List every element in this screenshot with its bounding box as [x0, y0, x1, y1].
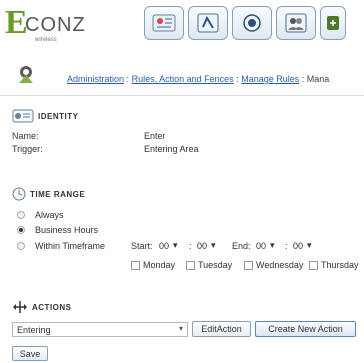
identity-heading-label: IDENTITY — [38, 111, 79, 121]
action-select[interactable]: Entering ▾ — [12, 322, 188, 337]
nav-settings-button[interactable] — [320, 6, 346, 40]
chevron-down-icon: ▾ — [307, 240, 312, 250]
users-icon — [285, 13, 307, 33]
checkbox-thursday[interactable]: Thursday — [309, 260, 359, 270]
nav-rules-button[interactable] — [188, 6, 228, 40]
name-label: Name: — [12, 131, 39, 141]
trigger-value: Entering Area — [144, 144, 199, 154]
edit-action-button[interactable]: EditAction — [192, 321, 251, 337]
action-select-value: Entering — [17, 324, 51, 335]
move-arrows-icon — [13, 301, 27, 313]
chevron-down-icon: ▾ — [178, 324, 183, 333]
map-icon — [152, 14, 176, 32]
radio-business-hours[interactable] — [17, 226, 25, 234]
radio-always-label: Always — [35, 210, 64, 220]
radio-business-hours-label: Business Hours — [35, 225, 99, 235]
checkbox-wednesday[interactable]: Wednesday — [244, 260, 303, 270]
logo-tagline: wireless — [35, 37, 57, 43]
nav-map-button[interactable] — [144, 6, 184, 40]
radio-within-timeframe[interactable] — [17, 242, 25, 250]
rules-section-icon — [19, 66, 33, 83]
start-minute-select[interactable]: 00 ▾ — [197, 239, 216, 252]
breadcrumb-rules-action-fences[interactable]: Rules, Action and Fences — [132, 74, 234, 84]
target-icon — [243, 14, 261, 32]
radio-always[interactable] — [17, 211, 25, 219]
start-label: Start: — [131, 241, 153, 251]
chevron-down-icon: ▾ — [270, 240, 275, 250]
actions-heading-label: ACTIONS — [32, 302, 72, 312]
id-card-icon — [12, 109, 34, 123]
logo-text: CONZ — [25, 14, 86, 36]
clock-icon — [12, 187, 26, 201]
chevron-down-icon: ▾ — [173, 240, 178, 250]
nav-search-button[interactable] — [232, 6, 272, 40]
identity-heading: IDENTITY — [12, 108, 78, 124]
rules-icon — [197, 13, 219, 33]
save-button[interactable]: Save — [12, 346, 48, 361]
nav-users-button[interactable] — [276, 6, 316, 40]
breadcrumb-bar: Administration : Rules, Action and Fence… — [0, 56, 364, 96]
settings-icon — [327, 16, 339, 30]
time-range-heading: TIME RANGE — [12, 186, 85, 202]
header: E CONZ wireless — [0, 0, 364, 48]
create-new-action-button[interactable]: Create New Action — [255, 321, 356, 337]
actions-heading: ACTIONS — [12, 299, 72, 315]
trigger-label: Trigger: — [12, 144, 43, 154]
start-hour-select[interactable]: 00 ▾ — [159, 239, 178, 252]
chevron-down-icon: ▾ — [211, 240, 216, 250]
time-range-heading-label: TIME RANGE — [30, 189, 86, 199]
end-label: End: — [232, 241, 251, 251]
breadcrumb-current: Mana — [306, 74, 330, 84]
checkbox-monday[interactable]: Monday — [131, 260, 175, 270]
breadcrumb-manage-rules[interactable]: Manage Rules — [241, 74, 299, 84]
radio-within-timeframe-label: Within Timeframe — [35, 241, 106, 251]
breadcrumb-administration[interactable]: Administration — [67, 74, 124, 84]
end-hour-select[interactable]: 00 ▾ — [256, 239, 275, 252]
end-minute-select[interactable]: 00 ▾ — [293, 239, 312, 252]
checkbox-tuesday[interactable]: Tuesday — [186, 260, 232, 270]
name-value: Enter — [144, 131, 166, 141]
breadcrumb: Administration : Rules, Action and Fence… — [67, 74, 330, 84]
